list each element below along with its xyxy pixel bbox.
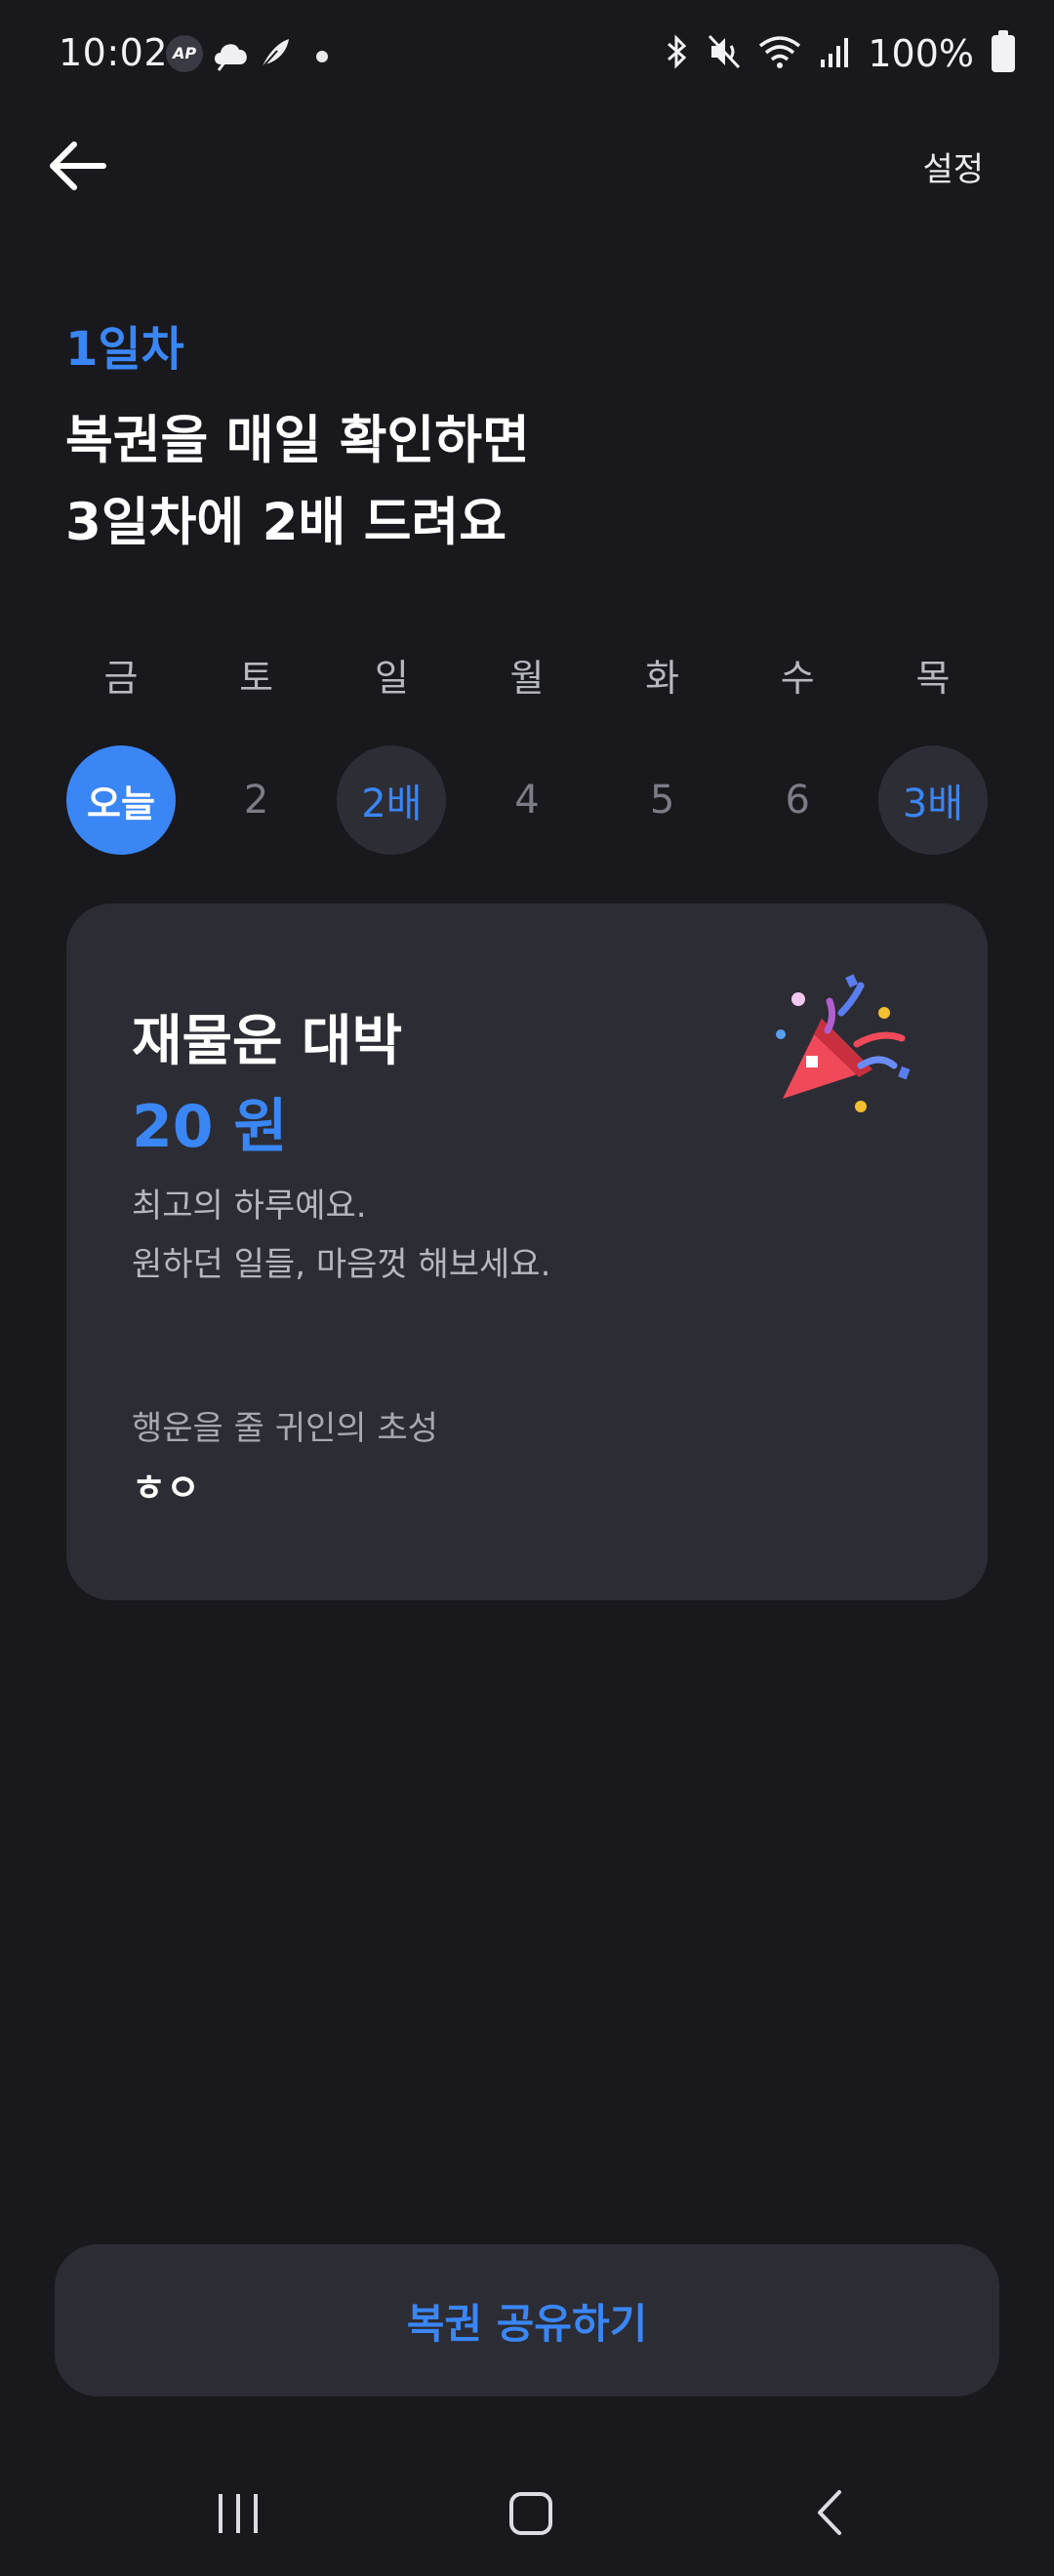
recent-apps-button[interactable]	[199, 2478, 277, 2547]
cloud-icon	[211, 35, 248, 72]
headline-line-2: 3일차에 2배 드려요	[65, 493, 507, 552]
mute-icon	[708, 34, 741, 73]
bluetooth-icon	[665, 34, 690, 73]
day-badge-bonus: 3배	[877, 745, 988, 855]
day-badge: 4	[514, 778, 540, 823]
status-indicators: 100%	[665, 29, 1015, 78]
day-badge-today: 오늘	[66, 745, 176, 855]
battery-percent: 100%	[868, 32, 974, 75]
day-column: 금 오늘	[65, 644, 177, 855]
feather-icon	[256, 35, 293, 72]
status-bar: 10:02 AP 100%	[0, 0, 1054, 113]
reward-amount: 20 원	[132, 1093, 288, 1161]
wifi-icon	[758, 34, 801, 73]
share-lottery-button[interactable]: 복권 공유하기	[55, 2244, 999, 2396]
weekday-label: 수	[780, 657, 815, 700]
day-count-label: 1일차	[65, 322, 184, 377]
signal-icon	[819, 34, 850, 73]
weekday-label: 금	[103, 657, 139, 700]
fortune-description-line-1: 최고의 하루예요.	[132, 1187, 367, 1226]
battery-icon	[992, 30, 1015, 72]
day-column: 화 5	[607, 644, 718, 855]
more-notifications-dot	[316, 51, 328, 62]
settings-button[interactable]: 설정	[922, 142, 984, 190]
day-column: 월 4	[471, 644, 583, 855]
fortune-description: 최고의 하루예요. 원하던 일들, 마음껏 해보세요.	[132, 1177, 550, 1294]
weekday-label: 토	[239, 657, 274, 700]
week-calendar: 금 오늘 토 2 일 2배 월 4 화 5 수 6 목 3배	[65, 644, 989, 855]
chevron-left-icon	[818, 2490, 841, 2535]
fortune-description-line-2: 원하던 일들, 마음껏 해보세요.	[132, 1245, 551, 1284]
home-button[interactable]	[492, 2478, 570, 2547]
system-back-button[interactable]	[789, 2478, 867, 2547]
arrow-left-icon	[50, 141, 106, 190]
party-popper-icon	[776, 974, 911, 1112]
page-title: 복권을 매일 확인하면 3일차에 2배 드려요	[65, 400, 530, 564]
ap-icon: AP	[166, 35, 203, 72]
system-nav-bar	[0, 2459, 1054, 2576]
back-button[interactable]	[43, 133, 113, 203]
initials-value: ㅎㅇ	[132, 1467, 200, 1509]
day-column: 토 2	[201, 644, 312, 855]
day-badge: 2	[243, 778, 269, 823]
status-time: 10:02	[59, 31, 169, 74]
day-column: 일 2배	[336, 644, 447, 855]
day-column: 수 6	[742, 644, 853, 855]
weekday-label: 목	[915, 657, 951, 700]
initials-label: 행운을 줄 귀인의 초성	[132, 1409, 438, 1448]
weekday-label: 일	[374, 657, 409, 700]
weekday-label: 화	[645, 657, 680, 700]
fortune-title: 재물운 대박	[132, 1010, 403, 1073]
weekday-label: 월	[509, 657, 545, 700]
home-icon	[509, 2492, 552, 2535]
day-badge: 6	[785, 778, 810, 823]
headline-line-1: 복권을 매일 확인하면	[65, 411, 530, 470]
day-badge: 5	[649, 778, 675, 823]
day-column: 목 3배	[877, 644, 989, 855]
day-badge-bonus: 2배	[337, 745, 447, 855]
fortune-result-card: 재물운 대박 20 원 최고의 하루예요. 원하던 일들, 마음껏 해보세요. …	[66, 904, 988, 1600]
recents-icon	[219, 2494, 258, 2533]
